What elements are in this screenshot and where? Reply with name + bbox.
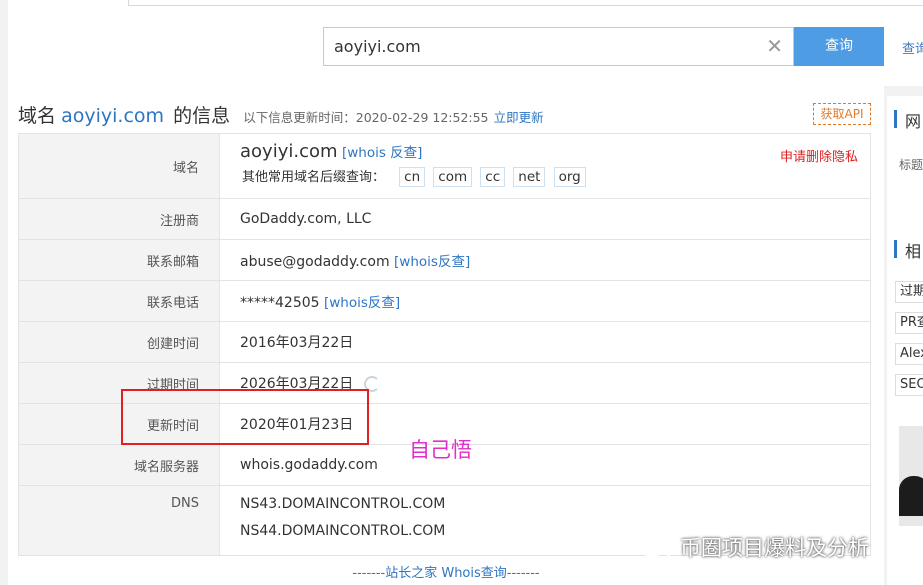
right-sidebar: 网 标题 相 过期 PR查 Alex SEO xyxy=(887,96,923,585)
search-side-link[interactable]: 查询 xyxy=(902,38,923,57)
other-suffix-label: 其他常用域名后缀查询： xyxy=(242,170,386,185)
row-label-email: 联系邮箱 xyxy=(18,239,220,281)
search-input-value[interactable]: aoyiyi.com xyxy=(334,37,421,56)
whois-table: 域名 aoyiyi.com [whois 反查] 其他常用域名后缀查询： cn … xyxy=(18,133,871,556)
row-label-created: 创建时间 xyxy=(18,321,220,363)
sidebar-photo-figure xyxy=(899,476,923,516)
row-label-registrar: 注册商 xyxy=(18,198,220,240)
dns-server-1: NS43.DOMAINCONTROL.COM xyxy=(240,496,446,512)
suffix-net-link[interactable]: net xyxy=(513,167,546,187)
whois-panel: 域名 aoyiyi.com 的信息 以下信息更新时间：2020-02-29 12… xyxy=(8,86,884,585)
table-row: 创建时间 2016年03月22日 xyxy=(18,321,871,363)
wechat-watermark: 币圈项目爆料及分析 xyxy=(640,532,869,562)
row-value-nameserver: whois.godaddy.com xyxy=(219,444,871,486)
title-prefix: 域名 xyxy=(18,105,57,127)
page-title: 域名 aoyiyi.com 的信息 以下信息更新时间：2020-02-29 12… xyxy=(18,101,544,128)
sidebar-chip-pr[interactable]: PR查 xyxy=(895,312,923,334)
chinaz-whois-link[interactable]: -------站长之家 Whois查询------- xyxy=(8,562,884,581)
row-label-domain: 域名 xyxy=(18,133,220,199)
table-row: 注册商 GoDaddy.com, LLC xyxy=(18,198,871,240)
wechat-icon xyxy=(641,539,672,559)
whois-reverse-link[interactable]: [whois 反查] xyxy=(342,145,422,161)
delete-privacy-link[interactable]: 申请删除隐私 xyxy=(780,146,858,165)
email-whois-link[interactable]: [whois反查] xyxy=(394,254,470,270)
email-value: abuse@godaddy.com xyxy=(240,254,390,270)
section-marker xyxy=(894,240,897,258)
row-value-email: abuse@godaddy.com [whois反查] xyxy=(219,239,871,281)
handwritten-annotation: 自己悟 xyxy=(409,438,472,462)
row-value-phone: *****42505 [whois反查] xyxy=(219,280,871,322)
title-suffix: 的信息 xyxy=(173,105,231,127)
row-label-nameserver: 域名服务器 xyxy=(18,444,220,486)
section-marker xyxy=(894,110,897,128)
highlight-annotation-box xyxy=(121,389,369,445)
sidebar-chip-expire[interactable]: 过期 xyxy=(895,281,923,303)
table-row: 联系邮箱 abuse@godaddy.com [whois反查] xyxy=(18,239,871,281)
clear-icon[interactable]: ✕ xyxy=(766,34,783,58)
sidebar-chip-seo[interactable]: SEO xyxy=(895,374,923,396)
get-api-button[interactable]: 获取API xyxy=(813,103,871,125)
phone-value: *****42505 xyxy=(240,295,320,311)
row-value-created: 2016年03月22日 xyxy=(219,321,871,363)
domain-value: aoyiyi.com xyxy=(240,141,338,162)
update-now-link[interactable]: 立即更新 xyxy=(494,110,544,125)
sidebar-chip-alexa[interactable]: Alex xyxy=(895,343,923,365)
suffix-cn-link[interactable]: cn xyxy=(399,167,426,187)
sidebar-heading-2: 相 xyxy=(905,242,922,261)
sidebar-heading-1: 网 xyxy=(905,112,922,131)
search-button[interactable]: 查询 xyxy=(794,27,884,66)
row-value-registrar: GoDaddy.com, LLC xyxy=(219,198,871,240)
title-domain-link[interactable]: aoyiyi.com xyxy=(61,105,164,127)
search-input[interactable]: aoyiyi.com ✕ xyxy=(323,27,794,66)
phone-whois-link[interactable]: [whois反查] xyxy=(324,295,400,311)
suffix-com-link[interactable]: com xyxy=(433,167,473,187)
row-value-domain: aoyiyi.com [whois 反查] 其他常用域名后缀查询： cn com… xyxy=(219,133,871,199)
update-time-text: 以下信息更新时间：2020-02-29 12:52:55 xyxy=(243,110,489,125)
row-label-phone: 联系电话 xyxy=(18,280,220,322)
suffix-org-link[interactable]: org xyxy=(553,167,586,187)
table-row: 联系电话 *****42505 [whois反查] xyxy=(18,280,871,322)
suffix-cc-link[interactable]: cc xyxy=(480,167,506,187)
row-label-dns: DNS xyxy=(18,485,220,556)
watermark-text: 币圈项目爆料及分析 xyxy=(680,536,869,560)
tab-divider xyxy=(128,0,923,6)
table-row: 域名 aoyiyi.com [whois 反查] 其他常用域名后缀查询： cn … xyxy=(18,133,871,199)
sidebar-small-text: 标题 xyxy=(899,158,923,172)
